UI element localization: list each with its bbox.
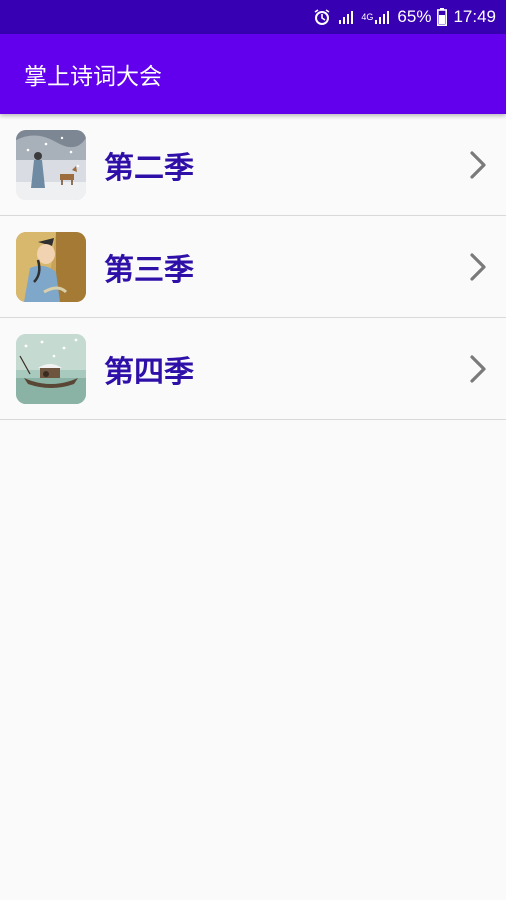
season-list: 第二季 第三季 第四季 bbox=[0, 114, 506, 420]
snow-scene-thumbnail bbox=[16, 129, 86, 200]
chevron-right-icon bbox=[470, 150, 486, 179]
app-title: 掌上诗词大会 bbox=[24, 64, 162, 90]
status-bar: 4G 65% 17:49 bbox=[0, 0, 506, 34]
signal-icon bbox=[337, 8, 355, 26]
lte-signal-icon: 4G bbox=[361, 8, 391, 26]
season-label: 第二季 bbox=[104, 150, 194, 186]
season-label: 第四季 bbox=[104, 354, 194, 390]
list-item-season-3[interactable]: 第三季 bbox=[0, 216, 506, 318]
clock: 17:49 bbox=[453, 7, 496, 26]
alarm-icon bbox=[313, 8, 331, 26]
network-label: 4G bbox=[361, 11, 374, 22]
poet-thumbnail bbox=[16, 231, 86, 302]
boat-thumbnail bbox=[16, 333, 86, 404]
app-bar: 掌上诗词大会 bbox=[0, 34, 506, 114]
season-label: 第三季 bbox=[104, 252, 194, 288]
chevron-right-icon bbox=[470, 354, 486, 383]
battery-percent: 65% bbox=[397, 7, 432, 26]
list-item-season-4[interactable]: 第四季 bbox=[0, 318, 506, 420]
battery-icon bbox=[437, 8, 448, 26]
list-item-season-2[interactable]: 第二季 bbox=[0, 114, 506, 216]
chevron-right-icon bbox=[470, 252, 486, 281]
